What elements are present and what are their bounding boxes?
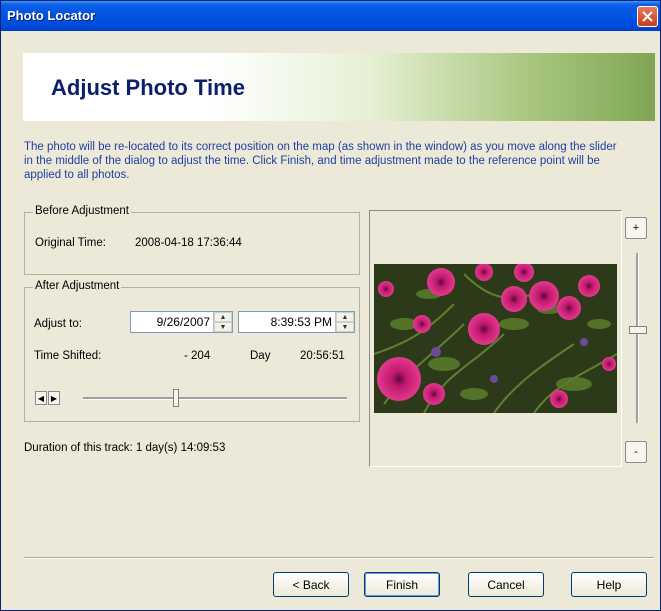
time-picker[interactable]: 8:39:53 PM ▲ ▼ [238,311,355,333]
finish-button[interactable]: Finish [364,572,440,597]
cancel-button[interactable]: Cancel [468,572,544,597]
zoom-out-label: - [634,446,638,458]
original-time-label: Original Time: [35,237,106,249]
back-button-label: < Back [292,577,330,592]
header-banner: Adjust Photo Time [23,53,655,121]
arrow-up-icon: ▲ [219,313,227,321]
date-down-button[interactable]: ▼ [214,322,232,332]
instructions-text: The photo will be re-located to its corr… [24,141,617,181]
time-shifted-days: - 204 [184,350,211,362]
close-button[interactable] [637,6,658,27]
finish-button-label: Finish [385,577,418,592]
photo-preview [374,264,617,413]
help-button-label: Help [596,577,622,592]
time-up-button[interactable]: ▲ [336,312,354,322]
cancel-button-label: Cancel [487,577,525,592]
photo-locator-dialog: Photo Locator Adjust Photo Time The phot… [0,0,661,611]
footer-separator [24,557,654,559]
date-spin-buttons: ▲ ▼ [213,312,232,332]
time-slider-thumb[interactable] [173,389,180,407]
date-up-button[interactable]: ▲ [214,312,232,322]
date-value: 9/26/2007 [156,315,210,329]
after-adjustment-legend: After Adjustment [33,280,122,292]
zoom-out-button[interactable]: - [625,441,647,463]
flower-photo [374,264,617,413]
zoom-slider-thumb[interactable] [629,325,647,334]
date-picker[interactable]: 9/26/2007 ▲ ▼ [130,311,233,333]
page-title: Adjust Photo Time [51,75,245,100]
step-left-button[interactable]: ◀ [35,391,47,405]
photo-preview-panel [369,210,622,467]
arrow-up-icon: ▲ [341,313,349,321]
help-button[interactable]: Help [571,572,647,597]
track-duration: Duration of this track: 1 day(s) 14:09:5… [24,442,226,454]
time-down-button[interactable]: ▼ [336,322,354,332]
time-shifted-time: 20:56:51 [300,350,345,362]
close-icon [642,11,653,22]
time-shifted-unit: Day [250,350,271,362]
time-shifted-label: Time Shifted: [34,350,102,362]
time-slider-track[interactable] [83,397,347,400]
zoom-slider-track[interactable] [636,253,639,423]
zoom-in-label: + [632,222,640,234]
back-button[interactable]: < Back [273,572,349,597]
adjust-to-label: Adjust to: [34,318,82,330]
step-right-button[interactable]: ▶ [48,391,60,405]
original-time-value: 2008-04-18 17:36:44 [135,237,242,249]
arrow-down-icon: ▼ [219,323,227,331]
time-spin-buttons: ▲ ▼ [335,312,354,332]
zoom-in-button[interactable]: + [625,217,647,239]
arrow-right-icon: ▶ [50,393,58,403]
arrow-down-icon: ▼ [341,323,349,331]
arrow-left-icon: ◀ [37,393,45,403]
time-value: 8:39:53 PM [270,315,332,329]
before-adjustment-legend: Before Adjustment [33,205,131,217]
title-bar[interactable]: Photo Locator [1,1,660,31]
window-title: Photo Locator [7,8,96,23]
